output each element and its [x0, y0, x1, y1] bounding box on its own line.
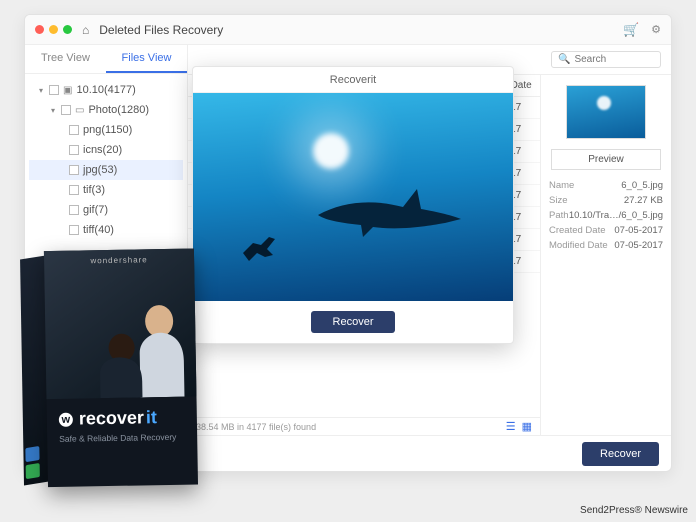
box-front: wondershare w recoverit Safe & Reliable … [44, 248, 198, 487]
preview-modal: Recoverit Recover [192, 66, 514, 344]
close-icon[interactable] [35, 25, 44, 34]
search-icon: 🔍 [558, 54, 570, 65]
tab-tree-view[interactable]: Tree View [25, 45, 106, 73]
meta-value: 10.10/Tra…/6_0_5.jpg [569, 210, 663, 221]
checkbox[interactable] [61, 105, 71, 115]
minimize-icon[interactable] [49, 25, 58, 34]
tree-item[interactable]: tif(3) [29, 180, 183, 200]
tree-label: Photo(1280) [88, 104, 149, 116]
home-icon[interactable]: ⌂ [82, 23, 89, 37]
tree-label: jpg(53) [83, 164, 117, 176]
tree-label: tiff(40) [83, 224, 114, 236]
box-photo [80, 277, 192, 399]
checkbox[interactable] [69, 185, 79, 195]
checkbox[interactable] [49, 85, 59, 95]
meta-value: 07-05-2017 [614, 225, 663, 236]
diver-silhouette [239, 223, 285, 263]
meta-label: Name [549, 180, 574, 191]
meta-value: 6_0_5.jpg [621, 180, 663, 191]
grid-view-icon[interactable]: ▦ [522, 420, 532, 433]
maximize-icon[interactable] [63, 25, 72, 34]
preview-thumbnail[interactable] [566, 85, 646, 139]
modal-recover-button[interactable]: Recover [311, 311, 396, 333]
tree-item-selected[interactable]: jpg(53) [29, 160, 183, 180]
modal-title: Recoverit [193, 67, 513, 93]
tree-item[interactable]: ▾ ▭ Photo(1280) [29, 100, 183, 120]
tree-label: png(1150) [83, 124, 132, 136]
preview-pane: Preview Name 6_0_5.jpg Size 27.27 KB Path1… [541, 75, 671, 435]
product-tagline: Safe & Reliable Data Recovery [47, 431, 197, 444]
checkbox[interactable] [69, 225, 79, 235]
platform-badge [26, 463, 40, 479]
status-text: 38.54 MB in 4177 file(s) found [196, 422, 316, 432]
tree-item[interactable]: gif(7) [29, 200, 183, 220]
preview-button[interactable]: Preview [551, 149, 661, 170]
logo-icon: w [59, 412, 73, 426]
tree-root[interactable]: ▾ ▣ 10.10(4177) [29, 80, 183, 100]
tree-label: gif(7) [83, 204, 108, 216]
checkbox[interactable] [69, 205, 79, 215]
tree-label: tif(3) [83, 184, 105, 196]
brand-label: wondershare [44, 254, 194, 266]
checkbox[interactable] [69, 125, 79, 135]
product-name: w recoverit [46, 396, 197, 434]
preview-metadata: Name 6_0_5.jpg Size 27.27 KB Path10.10/Tra… [541, 178, 671, 253]
meta-label: Size [549, 195, 567, 206]
modal-image [193, 93, 513, 301]
platform-badge [25, 446, 39, 462]
tree-item[interactable]: png(1150) [29, 120, 183, 140]
search-box[interactable]: 🔍 [551, 51, 661, 68]
tree-item[interactable]: icns(20) [29, 140, 183, 160]
folder-icon: ▭ [75, 105, 84, 116]
attribution: Send2Press® Newswire [580, 505, 688, 516]
settings-icon[interactable]: ⚙ [651, 23, 661, 36]
status-bar: 38.54 MB in 4177 file(s) found ☰ ▦ [188, 417, 540, 435]
tree-item[interactable]: tiff(40) [29, 220, 183, 240]
caret-icon[interactable]: ▾ [37, 86, 45, 95]
titlebar: ⌂ Deleted Files Recovery 🛒 ⚙ [25, 15, 671, 45]
view-tabs: Tree View Files View [25, 45, 187, 74]
tree-label: 10.10(4177) [76, 84, 135, 96]
meta-label: Modified Date [549, 240, 608, 251]
footer: Recover [188, 435, 671, 471]
meta-value: 27.27 KB [624, 195, 663, 206]
product-box: wondershare w recoverit Safe & Reliable … [20, 248, 198, 491]
cart-icon[interactable]: 🛒 [623, 22, 639, 38]
checkbox[interactable] [69, 165, 79, 175]
caret-icon[interactable]: ▾ [49, 106, 57, 115]
tab-files-view[interactable]: Files View [106, 45, 187, 73]
meta-label: Created Date [549, 225, 606, 236]
window-controls [35, 25, 72, 34]
checkbox[interactable] [69, 145, 79, 155]
page-title: Deleted Files Recovery [99, 23, 223, 37]
disk-icon: ▣ [63, 85, 72, 96]
search-input[interactable] [574, 54, 654, 65]
meta-value: 07-05-2017 [614, 240, 663, 251]
file-tree: ▾ ▣ 10.10(4177) ▾ ▭ Photo(1280) png(1150… [25, 74, 187, 246]
shark-silhouette [313, 179, 463, 239]
recover-button[interactable]: Recover [582, 442, 659, 466]
list-view-icon[interactable]: ☰ [506, 420, 516, 433]
meta-label: Path [549, 210, 569, 221]
tree-label: icns(20) [83, 144, 122, 156]
